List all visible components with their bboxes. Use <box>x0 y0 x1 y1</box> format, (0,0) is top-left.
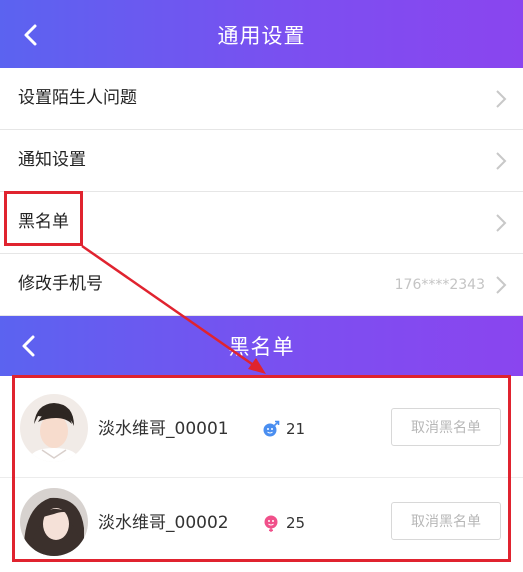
phone-number-value: 176****2343 <box>394 277 485 293</box>
chevron-right-icon <box>496 214 507 232</box>
highlight-box-blacklist-users <box>12 375 511 562</box>
settings-item-change-phone[interactable]: 修改手机号 176****2343 <box>0 254 523 316</box>
highlight-box-blacklist-item <box>4 191 83 246</box>
settings-item-notification[interactable]: 通知设置 <box>0 130 523 192</box>
settings-header: 通用设置 <box>0 0 523 68</box>
blacklist-title: 黑名单 <box>228 335 295 359</box>
blacklist-header: 黑名单 <box>0 316 523 376</box>
settings-title: 通用设置 <box>217 24 306 48</box>
settings-item-label: 修改手机号 <box>18 274 103 294</box>
settings-item-stranger-question[interactable]: 设置陌生人问题 <box>0 68 523 130</box>
settings-item-label: 设置陌生人问题 <box>18 88 137 108</box>
chevron-right-icon <box>496 152 507 170</box>
chevron-right-icon <box>496 90 507 108</box>
settings-item-label: 通知设置 <box>18 150 86 170</box>
chevron-right-icon <box>496 276 507 294</box>
